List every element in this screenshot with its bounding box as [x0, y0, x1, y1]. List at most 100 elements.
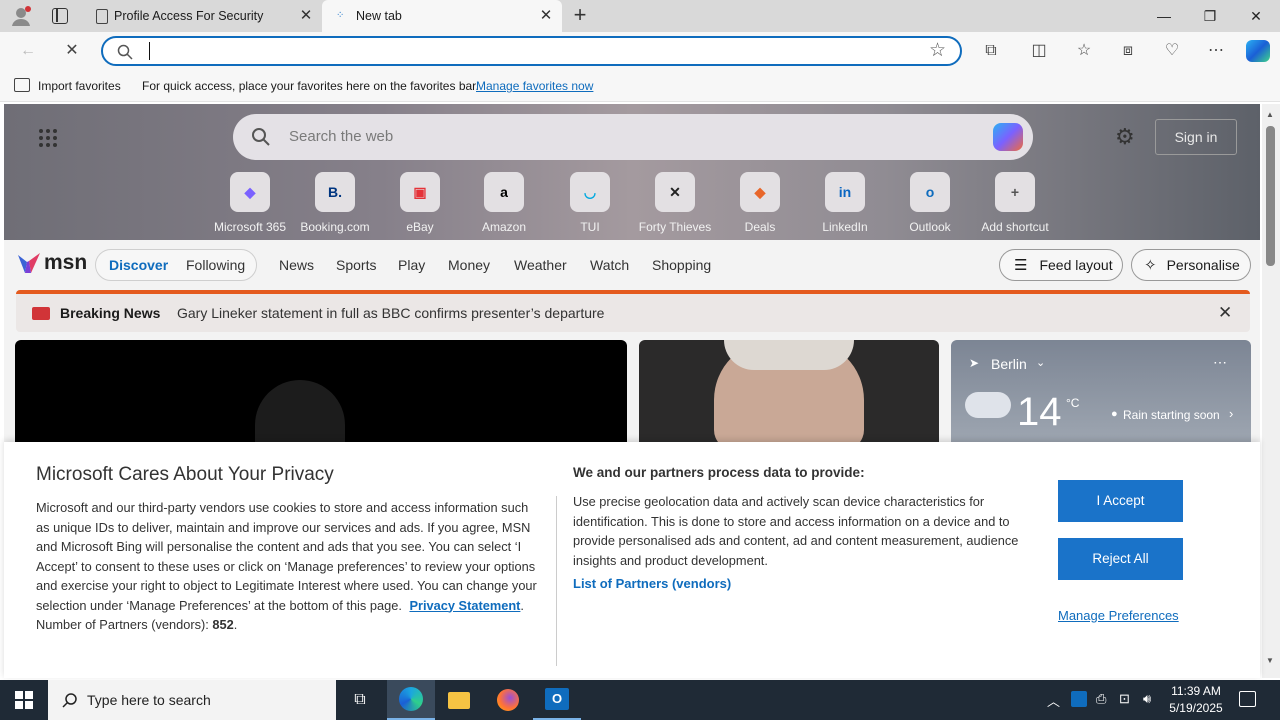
msn-logo[interactable]: msn — [16, 251, 87, 275]
extensions-icon[interactable]: ⧉ — [979, 39, 1003, 63]
feed-layout-button[interactable]: ☰ Feed layout — [999, 249, 1123, 281]
shortcut-tile[interactable]: ◆ Microsoft 365 — [210, 172, 290, 234]
manage-favorites-link[interactable]: Manage favorites now — [476, 79, 593, 93]
outlook-tray-icon[interactable] — [1071, 691, 1087, 707]
clock-time: 11:39 AM — [1171, 684, 1221, 698]
shortcut-tile[interactable]: B. Booking.com — [295, 172, 375, 234]
discover-following-toggle: Discover Following — [95, 249, 257, 281]
news-card[interactable] — [639, 340, 939, 442]
privacy-text-block: Microsoft and our third-party vendors us… — [36, 498, 542, 615]
favorite-star-icon[interactable]: ☆ — [929, 39, 946, 62]
weather-forecast[interactable]: Rain starting soon — [1123, 408, 1220, 422]
cloud-icon — [965, 392, 1011, 418]
import-favorites-icon — [14, 78, 30, 92]
shortcut-label: LinkedIn — [822, 220, 868, 234]
close-tab-icon[interactable]: ✕ — [298, 8, 314, 24]
taskbar-search-placeholder: Type here to search — [87, 692, 211, 708]
outlook-taskbar-icon[interactable]: O — [533, 680, 581, 720]
shortcut-tile[interactable]: in LinkedIn — [805, 172, 885, 234]
nav-play[interactable]: Play — [398, 257, 425, 273]
hero-background: Search the web ⚙ Sign in ◆ Microsoft 365 B… — [4, 104, 1260, 240]
shortcut-tile[interactable]: ✕ Forty Thieves — [635, 172, 715, 234]
import-favorites-button[interactable]: Import favorites — [38, 79, 121, 93]
nav-sports[interactable]: Sports — [336, 257, 376, 273]
close-window-button[interactable]: ✕ — [1233, 0, 1279, 32]
privacy-consent-dialog: Microsoft Cares About Your Privacy Micro… — [4, 442, 1260, 678]
edge-taskbar-icon[interactable] — [387, 680, 435, 720]
breaking-news-headline[interactable]: Gary Lineker statement in full as BBC co… — [177, 305, 604, 321]
favorites-icon[interactable]: ☆ — [1072, 39, 1096, 63]
privacy-statement-link[interactable]: Privacy Statement — [409, 598, 520, 613]
shortcut-tile[interactable]: + Add shortcut — [975, 172, 1055, 234]
network-icon[interactable]: ⊡ — [1119, 691, 1130, 707]
app-launcher-icon[interactable] — [38, 128, 58, 148]
shortcut-icon: ◡ — [570, 172, 610, 212]
browser-essentials-icon[interactable]: ♡ — [1160, 39, 1184, 63]
partners-label: Number of Partners (vendors): — [36, 617, 209, 632]
feed-layout-label: Feed layout — [1039, 257, 1113, 273]
tab-discover[interactable]: Discover — [109, 257, 168, 273]
web-search-box[interactable]: Search the web — [233, 114, 1033, 160]
volume-icon[interactable]: 🔊︎ — [1143, 691, 1151, 707]
profile-avatar[interactable] — [10, 5, 32, 27]
tab-profile-access[interactable]: Profile Access For Security ✕ — [86, 0, 322, 32]
nav-money[interactable]: Money — [448, 257, 490, 273]
close-tab-icon[interactable]: ✕ — [538, 8, 554, 24]
stop-loading-icon[interactable]: ✕ — [60, 39, 84, 63]
scroll-up-arrow[interactable]: ▲ — [1266, 110, 1274, 119]
breaking-news-banner[interactable]: Breaking News Gary Lineker statement in … — [16, 290, 1250, 332]
reject-all-button[interactable]: Reject All — [1058, 538, 1183, 580]
personalise-button[interactable]: ✧ Personalise — [1131, 249, 1251, 281]
start-button[interactable] — [0, 680, 48, 720]
show-hidden-icons[interactable]: ︿ — [1047, 691, 1060, 710]
firefox-icon[interactable] — [484, 680, 532, 720]
settings-gear-icon[interactable]: ⚙ — [1115, 124, 1135, 150]
shortcut-tile[interactable]: ◆ Deals — [720, 172, 800, 234]
shortcut-tile[interactable]: a Amazon — [464, 172, 544, 234]
scrollbar-thumb[interactable] — [1266, 126, 1275, 266]
more-menu-icon[interactable]: ⋯ — [1204, 39, 1228, 63]
new-tab-button[interactable]: + — [569, 4, 591, 27]
sign-in-button[interactable]: Sign in — [1155, 119, 1237, 155]
address-input[interactable] — [149, 42, 152, 60]
nav-news[interactable]: News — [279, 257, 314, 273]
accept-button[interactable]: I Accept — [1058, 480, 1183, 522]
page-scrollbar[interactable]: ▲ ▼ — [1262, 104, 1280, 678]
notifications-icon[interactable] — [1239, 691, 1256, 707]
restore-button[interactable]: ❐ — [1187, 0, 1233, 32]
tab-new-tab[interactable]: ⁘ New tab ✕ — [322, 0, 562, 32]
nav-shopping[interactable]: Shopping — [652, 257, 711, 273]
device-icon[interactable]: ⎙ — [1096, 691, 1106, 707]
tab-actions-icon[interactable] — [52, 8, 68, 24]
tab-following[interactable]: Following — [186, 257, 245, 273]
split-screen-icon[interactable]: ◫ — [1027, 39, 1051, 63]
shortcut-tile[interactable]: ▣ eBay — [380, 172, 460, 234]
news-card-large[interactable] — [15, 340, 627, 442]
weather-city[interactable]: Berlin — [991, 356, 1027, 372]
more-options-icon[interactable]: ⋯ — [1213, 354, 1227, 371]
close-icon[interactable]: ✕ — [1218, 303, 1232, 323]
shortcut-tile[interactable]: ◡ TUI — [550, 172, 630, 234]
clock[interactable]: 11:39 AM 5/19/2025 — [1166, 683, 1226, 717]
weather-card[interactable]: ➤ Berlin ⌄ ⋯ 14 °C ● Rain starting soon … — [951, 340, 1251, 442]
collections-icon[interactable]: ⧈ — [1116, 39, 1140, 63]
nav-watch[interactable]: Watch — [590, 257, 629, 273]
minimize-button[interactable]: — — [1141, 0, 1187, 32]
nav-weather[interactable]: Weather — [514, 257, 567, 273]
taskbar-search-box[interactable]: Type here to search — [48, 680, 336, 720]
shortcut-tile[interactable]: o Outlook — [890, 172, 970, 234]
file-explorer-icon[interactable] — [435, 680, 483, 720]
task-view-icon[interactable]: ⧉ — [336, 680, 384, 720]
list-of-partners-link[interactable]: List of Partners (vendors) — [573, 576, 1033, 591]
shortcut-label: Microsoft 365 — [213, 220, 287, 234]
copilot-search-icon[interactable] — [993, 123, 1023, 151]
address-bar[interactable]: ☆ — [101, 36, 962, 66]
divider — [556, 496, 557, 666]
manage-preferences-link[interactable]: Manage Preferences — [1058, 608, 1179, 623]
search-icon — [62, 693, 77, 708]
folder-icon — [448, 691, 470, 709]
copilot-icon[interactable] — [1246, 40, 1270, 62]
scroll-down-arrow[interactable]: ▼ — [1266, 656, 1274, 665]
back-icon[interactable]: ← — [16, 39, 40, 63]
breaking-news-label: Breaking News — [60, 305, 161, 321]
